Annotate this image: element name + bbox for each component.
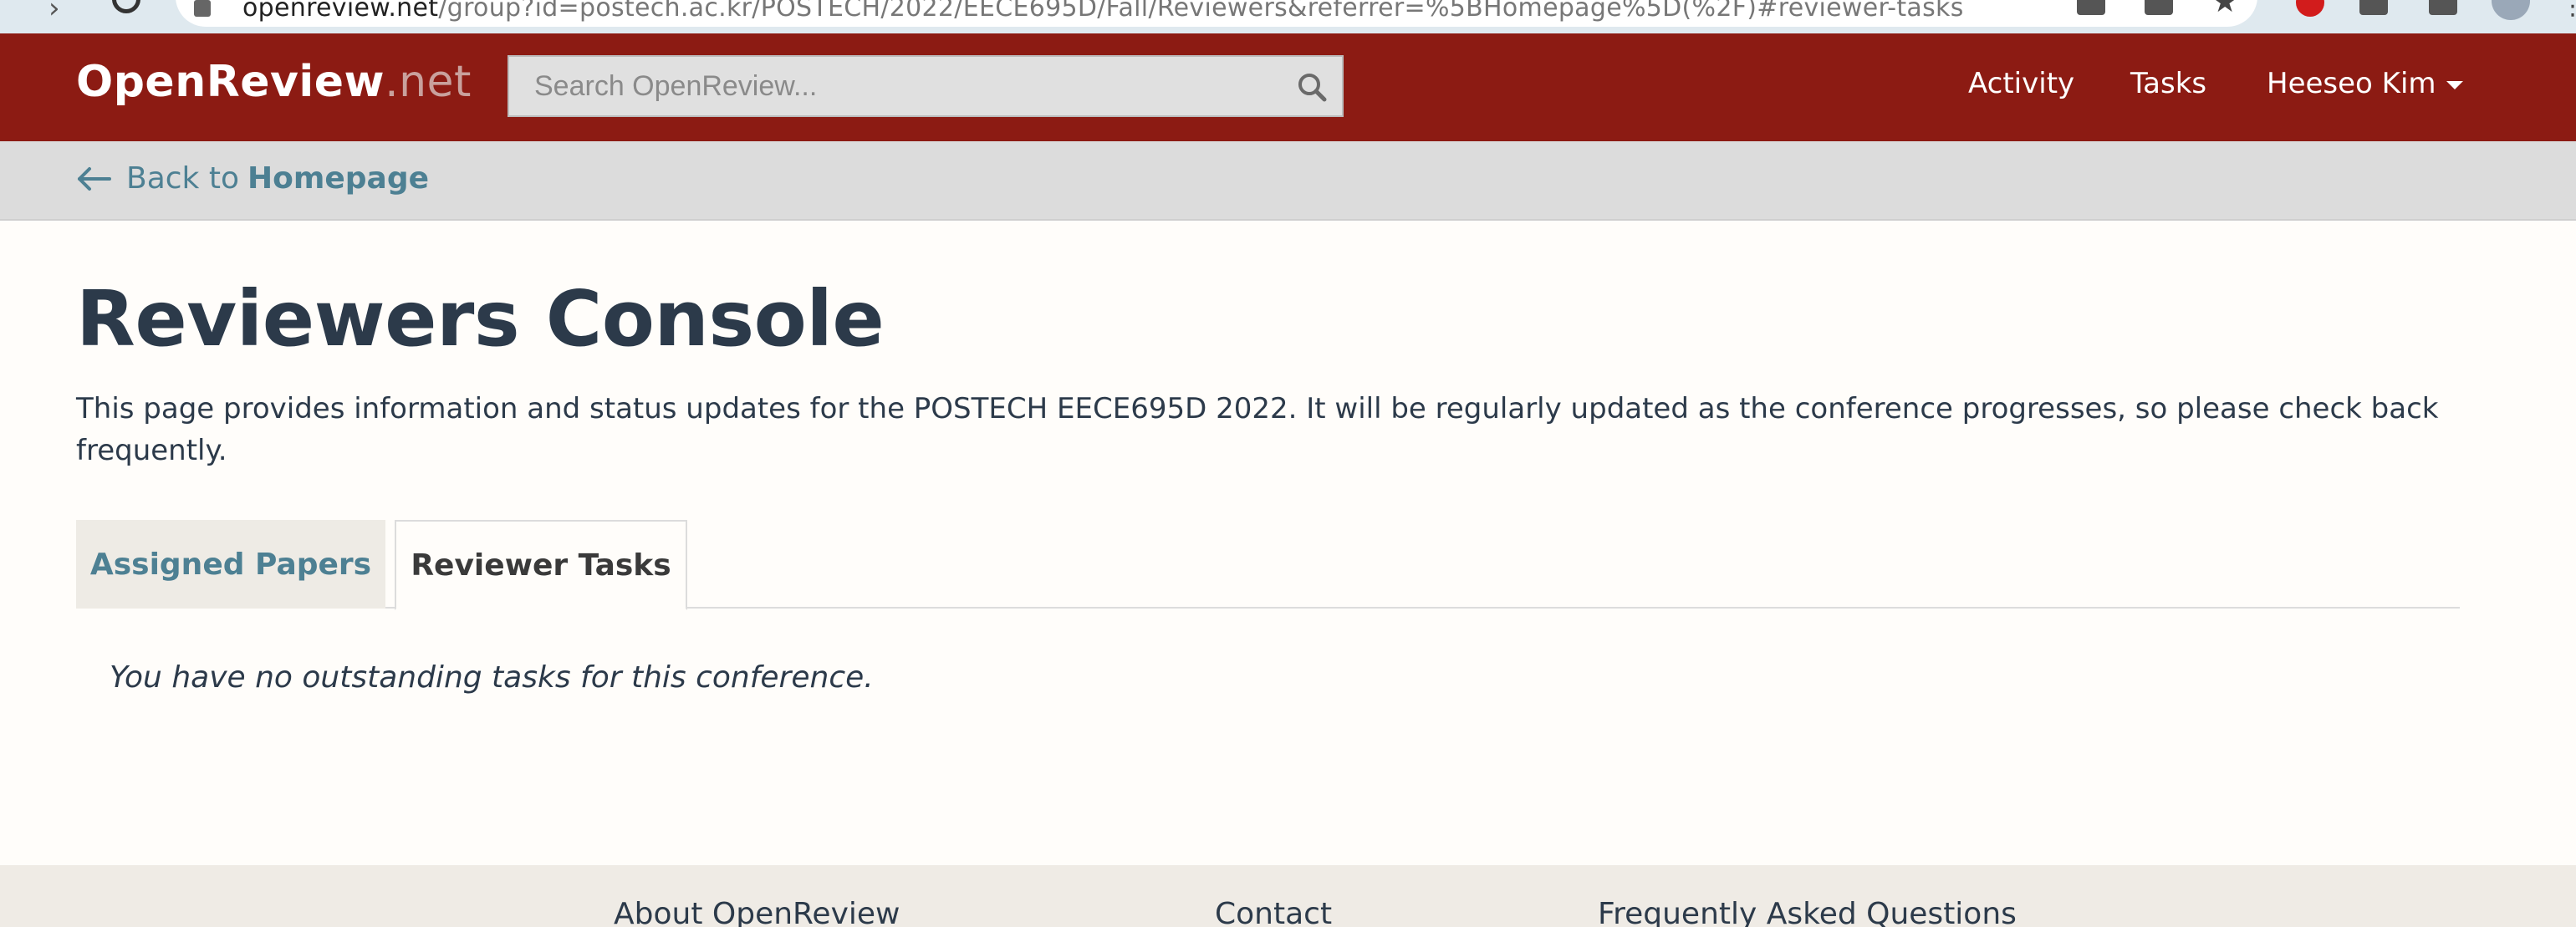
extensions-puzzle-icon[interactable] <box>2359 0 2388 15</box>
tab-assigned-papers[interactable]: Assigned Papers <box>76 520 385 609</box>
tab-reviewer-tasks[interactable]: Reviewer Tasks <box>395 520 687 610</box>
profile-avatar[interactable] <box>2492 0 2530 20</box>
browser-back-icon[interactable]: › <box>48 0 60 25</box>
search-box <box>508 55 1344 117</box>
lock-icon <box>194 0 211 17</box>
breadcrumb-prefix: Back to <box>126 161 239 196</box>
reload-icon[interactable] <box>112 0 140 13</box>
address-bar[interactable]: openreview.net/group?id=postech.ac.kr/PO… <box>176 0 2257 27</box>
user-name: Heeseo Kim <box>2267 67 2436 100</box>
back-to-homepage-link[interactable]: Back to Homepage <box>76 161 429 196</box>
footer-about-link[interactable]: About OpenReview <box>614 897 900 927</box>
page-title: Reviewers Console <box>76 274 885 364</box>
page-description: This page provides information and statu… <box>76 392 2439 467</box>
nav-activity[interactable]: Activity <box>1968 67 2074 100</box>
nav-tasks[interactable]: Tasks <box>2130 67 2206 100</box>
breadcrumb-target: Homepage <box>247 161 430 196</box>
top-navbar: OpenReview.net Activity Tasks Heeseo Kim <box>0 33 2576 141</box>
bookmark-star-icon[interactable]: ★ <box>2211 0 2238 19</box>
footer-faq-link[interactable]: Frequently Asked Questions <box>1598 897 2017 927</box>
share-icon[interactable] <box>2145 0 2173 15</box>
sidepanel-icon[interactable] <box>2429 0 2457 15</box>
arrow-left-icon <box>78 166 111 191</box>
address-bar-url[interactable]: openreview.net/group?id=postech.ac.kr/PO… <box>242 0 1964 23</box>
caret-down-icon <box>2446 80 2463 89</box>
empty-tasks-message: You have no outstanding tasks for this c… <box>110 660 874 695</box>
footer: About OpenReview Contact Frequently Aske… <box>0 865 2576 927</box>
footer-contact-link[interactable]: Contact <box>1215 897 1332 927</box>
extension-icon[interactable] <box>2296 0 2324 17</box>
search-icon[interactable] <box>1297 72 1327 102</box>
breadcrumb-bar: Back to Homepage <box>0 141 2576 221</box>
brand-logo[interactable]: OpenReview.net <box>76 57 472 107</box>
browser-menu-icon[interactable]: ⋮ <box>2560 0 2576 21</box>
translate-icon[interactable] <box>2077 0 2105 15</box>
search-input[interactable] <box>509 57 1342 115</box>
user-menu[interactable]: Heeseo Kim <box>2267 67 2463 100</box>
console-tabs: Assigned Papers Reviewer Tasks <box>76 520 2460 610</box>
browser-toolbar: › openreview.net/group?id=postech.ac.kr/… <box>0 0 2576 33</box>
